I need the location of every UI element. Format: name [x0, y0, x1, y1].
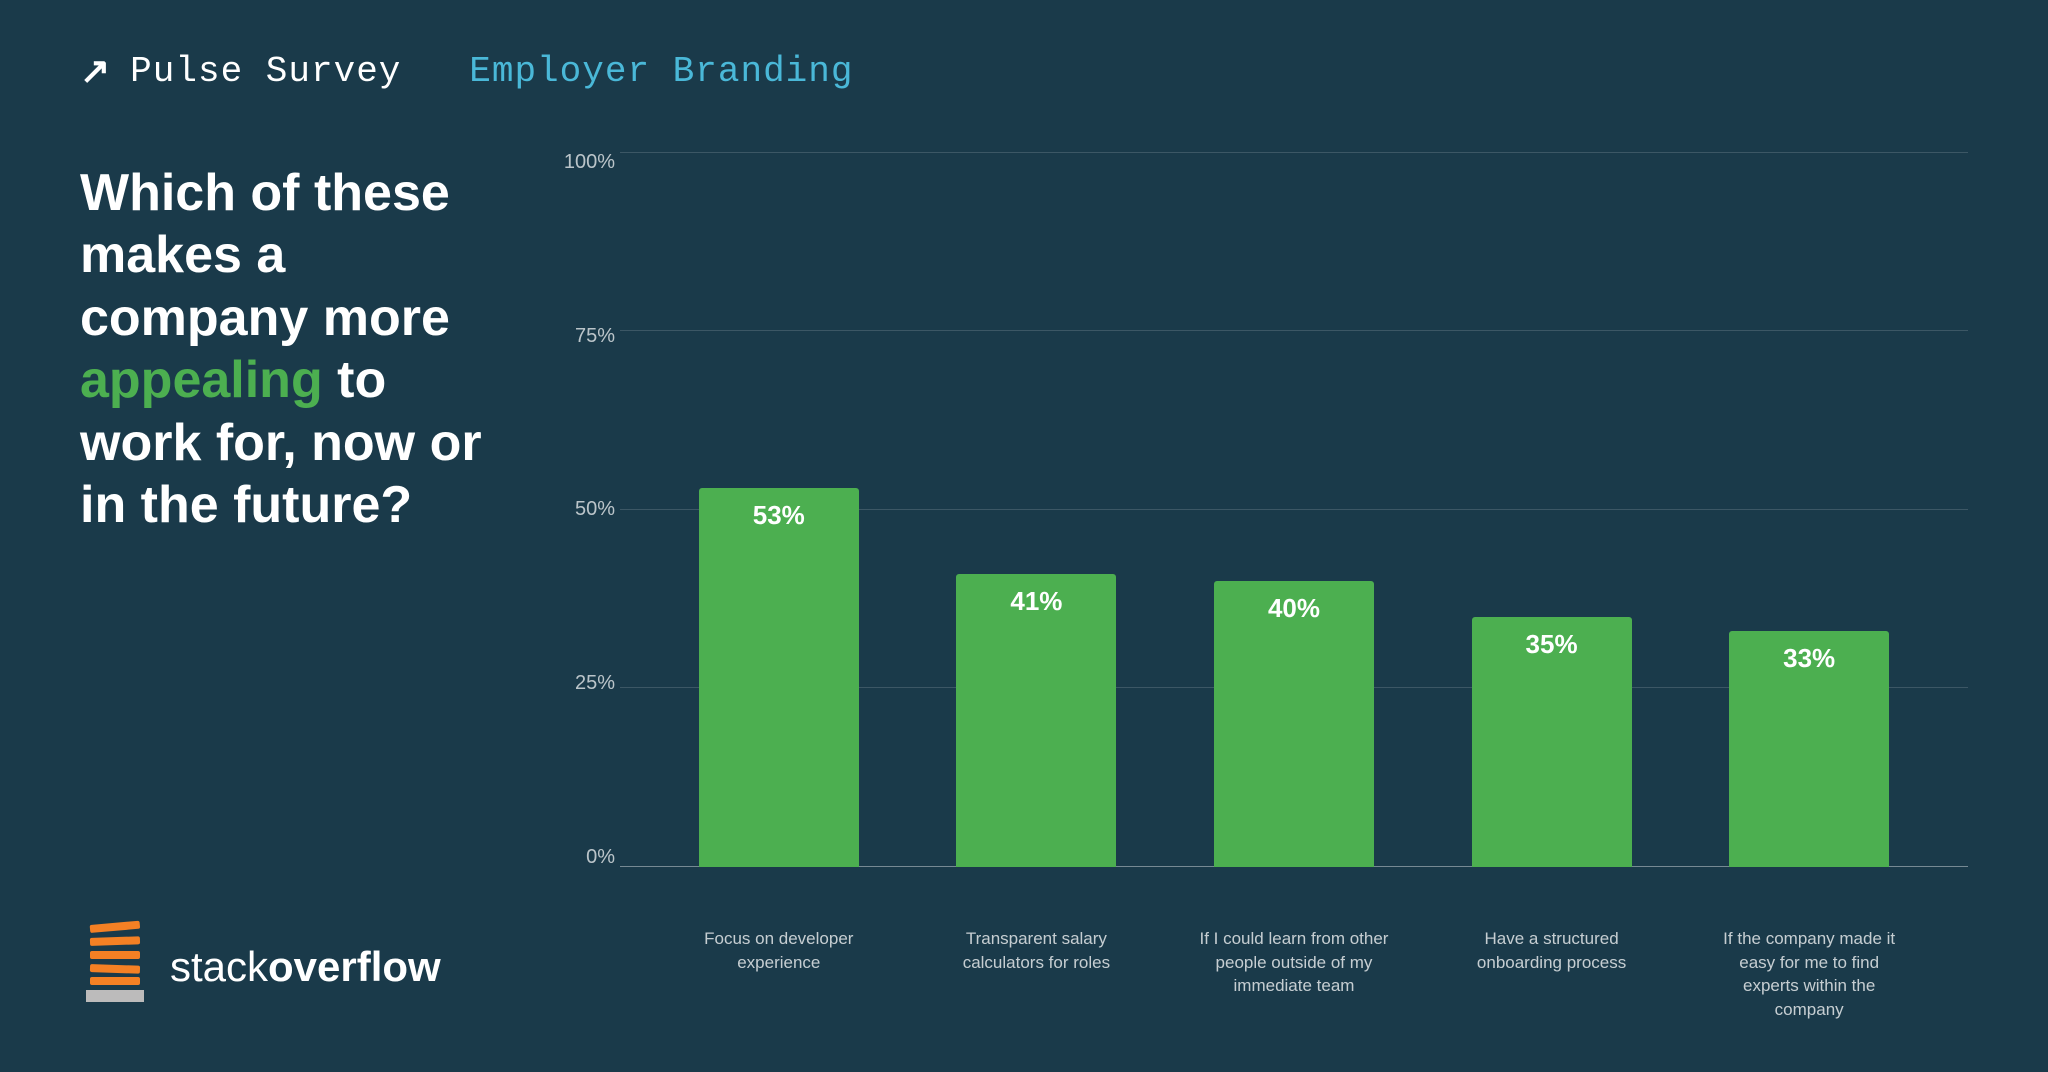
- bar-label-1: 53%: [753, 500, 805, 531]
- stackoverflow-logo-text: stackoverflow: [170, 943, 441, 991]
- y-label-100: 100%: [564, 152, 615, 172]
- bar-group-1: 53%: [679, 152, 879, 867]
- bar-2: 41%: [956, 574, 1116, 867]
- question-accent: appealing: [80, 351, 323, 409]
- x-label-2: Transparent salary calculators for roles: [936, 927, 1136, 1022]
- trend-icon: ↗: [80, 50, 110, 92]
- header: ↗ Pulse Survey Employer Branding: [80, 50, 1968, 92]
- y-label-0: 0%: [586, 847, 615, 867]
- bar-4: 35%: [1472, 617, 1632, 867]
- header-title-accent: Employer Branding: [469, 51, 853, 92]
- x-label-3: If I could learn from other people outsi…: [1194, 927, 1394, 1022]
- x-label-5: If the company made it easy for me to fi…: [1709, 927, 1909, 1022]
- logo-text-light: stack: [170, 943, 268, 990]
- left-panel: Which of these makes a company more appe…: [80, 152, 500, 1022]
- x-label-4: Have a structured onboarding process: [1452, 927, 1652, 1022]
- page-container: ↗ Pulse Survey Employer Branding Which o…: [0, 0, 2048, 1072]
- question-text: Which of these makes a company more appe…: [80, 162, 500, 536]
- bars-container: 53% 41% 40%: [620, 152, 1968, 867]
- chart-area: 100% 75% 50% 25% 0%: [560, 152, 1968, 1022]
- x-label-1: Focus on developer experience: [679, 927, 879, 1022]
- chart-body: 100% 75% 50% 25% 0%: [560, 152, 1968, 917]
- bar-label-4: 35%: [1526, 629, 1578, 660]
- y-label-75: 75%: [575, 326, 615, 346]
- x-axis-labels: Focus on developer experience Transparen…: [620, 927, 1968, 1022]
- header-title: Pulse Survey Employer Branding: [130, 51, 853, 92]
- bar-1: 53%: [699, 488, 859, 867]
- bar-group-4: 35%: [1452, 152, 1652, 867]
- bar-3: 40%: [1214, 581, 1374, 867]
- y-label-25: 25%: [575, 673, 615, 693]
- bar-label-2: 41%: [1010, 586, 1062, 617]
- y-label-50: 50%: [575, 499, 615, 519]
- bar-label-3: 40%: [1268, 593, 1320, 624]
- main-content: Which of these makes a company more appe…: [80, 152, 1968, 1022]
- bar-group-3: 40%: [1194, 152, 1394, 867]
- chart-wrapper: 100% 75% 50% 25% 0%: [560, 152, 1968, 1022]
- y-axis-labels: 100% 75% 50% 25% 0%: [560, 152, 615, 867]
- logo-text-bold: overflow: [268, 943, 441, 990]
- bar-group-5: 33%: [1709, 152, 1909, 867]
- bar-label-5: 33%: [1783, 643, 1835, 674]
- bar-group-2: 41%: [936, 152, 1136, 867]
- header-title-plain: Pulse Survey: [130, 51, 401, 92]
- bar-5: 33%: [1729, 631, 1889, 867]
- logo-area: stackoverflow: [80, 932, 500, 1022]
- stackoverflow-logo-icon: [80, 932, 150, 1002]
